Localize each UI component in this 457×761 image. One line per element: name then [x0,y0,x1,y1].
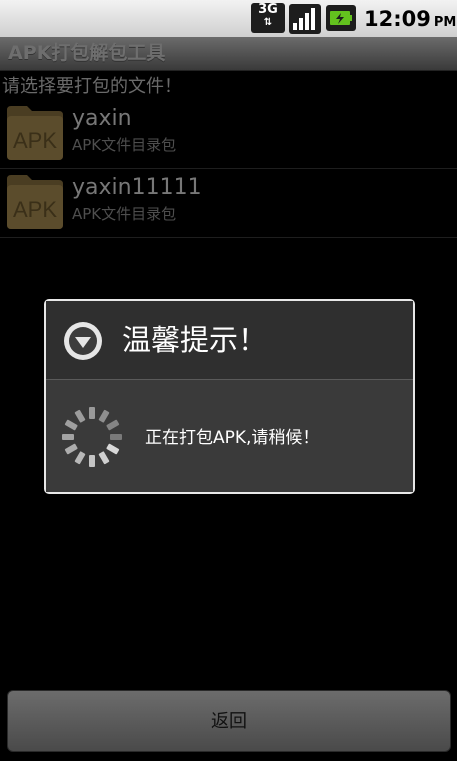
item-name: yaxin11111 [72,175,202,200]
apk-folder-label: APK [13,197,57,222]
list-item[interactable]: APK yaxin11111 APK文件目录包 [0,169,457,238]
item-name: yaxin [72,106,132,131]
select-file-prompt: 请选择要打包的文件！ [2,76,182,97]
app-title: APK打包解包工具 [8,42,166,64]
status-bar: 3G ⇅ 12:09 PM [0,0,457,37]
item-desc: APK文件目录包 [72,136,177,154]
signal-icon [289,4,321,34]
clock: 12:09 PM [364,5,456,33]
dialog-title: 温馨提示！ [122,323,268,357]
network-arrows: ⇅ [263,17,273,28]
clock-ampm: PM [433,15,457,30]
loading-spinner-icon [62,407,122,467]
dialog-header: 温馨提示！ [46,301,413,380]
network-3g-icon: 3G ⇅ [251,3,285,33]
info-down-icon [64,322,102,360]
network-type: 3G [258,2,278,17]
dialog-body: 正在打包APK,请稍候！ [46,380,413,492]
apk-folder-icon: APK [7,106,63,160]
battery-charging-icon [326,5,356,31]
item-desc: APK文件目录包 [72,205,177,223]
clock-time: 12:09 [364,7,431,31]
apk-folder-label: APK [13,128,57,153]
progress-dialog: 温馨提示！ 正在打包APK,请稍候！ [44,299,415,494]
back-button[interactable]: 返回 [7,690,451,752]
list-item[interactable]: APK yaxin APK文件目录包 [0,100,457,169]
apk-folder-icon: APK [7,175,63,229]
dialog-message: 正在打包APK,请稍候！ [145,428,320,448]
title-bar: APK打包解包工具 [0,37,457,71]
